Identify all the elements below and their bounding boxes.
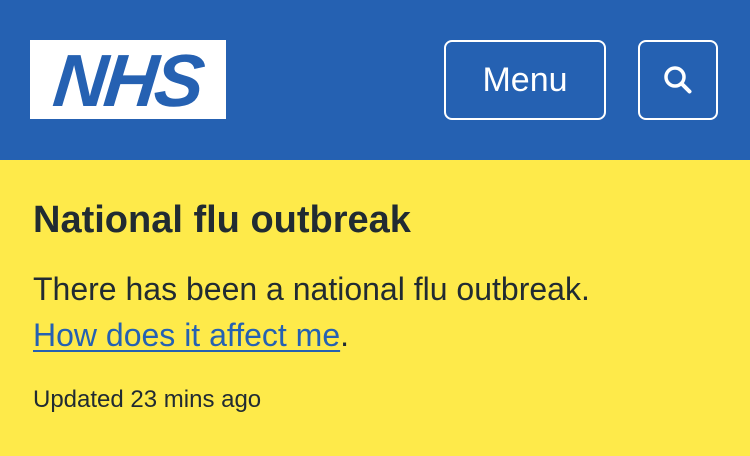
nhs-logo-text: NHS: [50, 38, 207, 122]
nhs-logo[interactable]: NHS: [30, 38, 226, 122]
affect-me-link[interactable]: How does it affect me: [33, 317, 340, 353]
alert-title: National flu outbreak: [33, 199, 411, 241]
alert-link-suffix: .: [340, 317, 349, 353]
menu-button[interactable]: Menu: [444, 40, 606, 120]
alert-body-text: There has been a national flu outbreak.: [33, 271, 590, 307]
site-header: NHS Menu: [0, 0, 750, 160]
alert-updated-timestamp: Updated 23 mins ago: [33, 386, 262, 413]
alert-body: There has been a national flu outbreak. H…: [33, 266, 723, 358]
search-button[interactable]: [638, 40, 718, 120]
search-icon: [664, 66, 692, 94]
